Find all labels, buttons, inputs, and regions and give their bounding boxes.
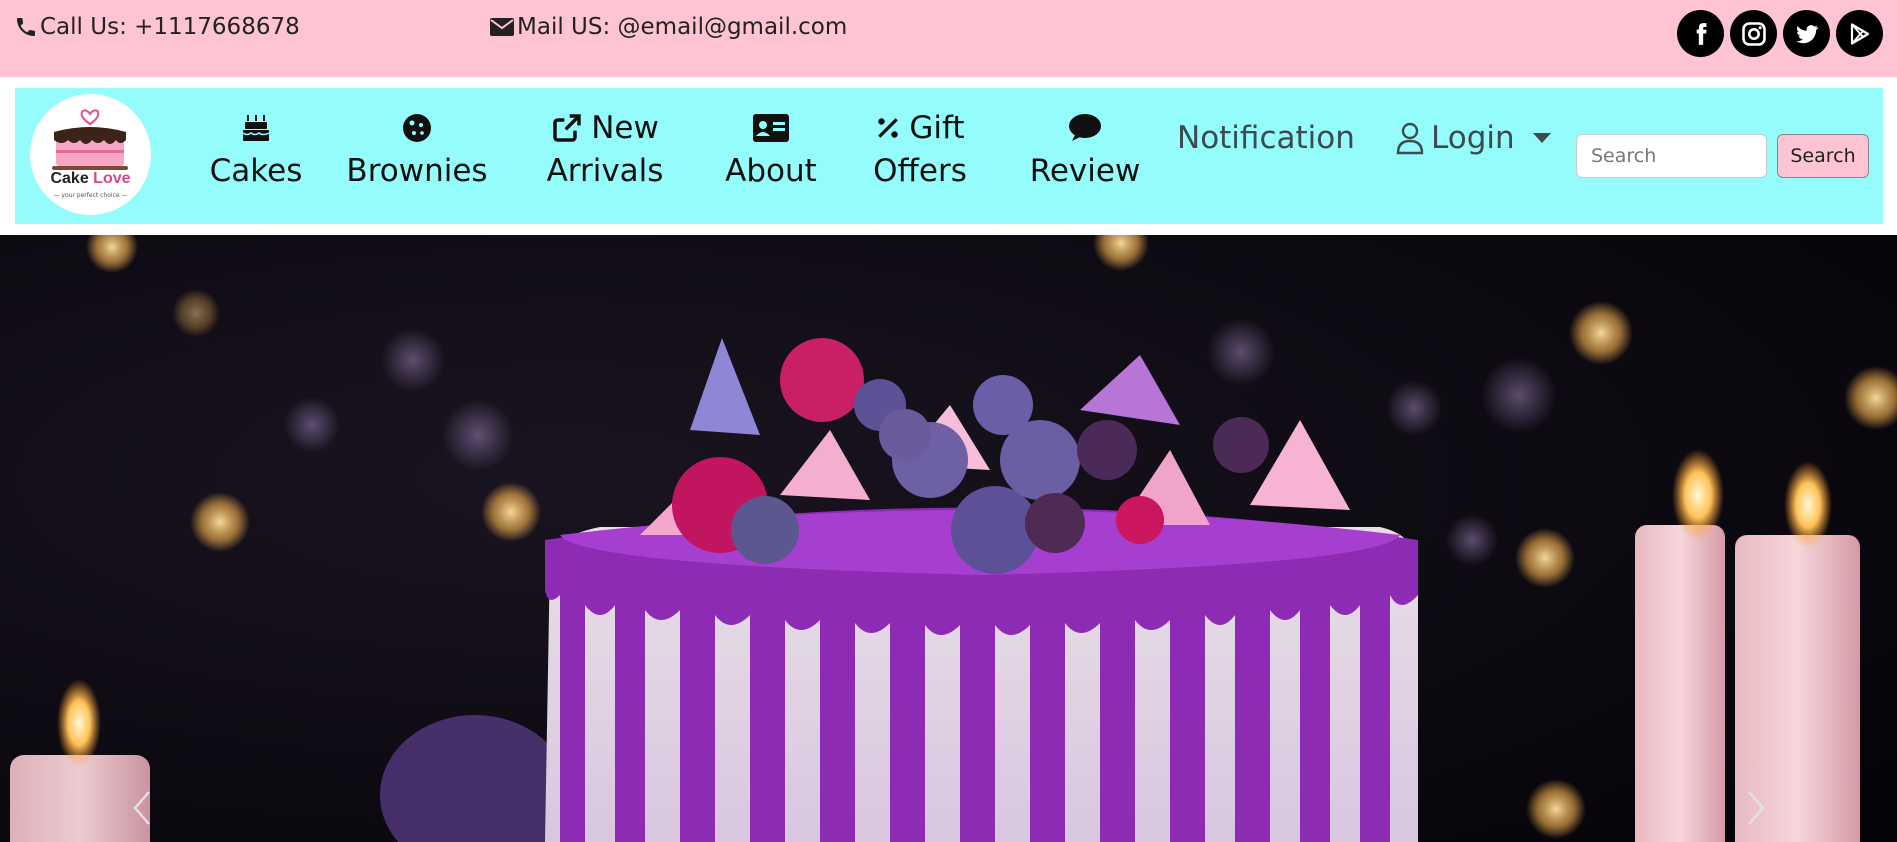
search-button[interactable]: Search — [1777, 134, 1869, 178]
comment-icon — [1010, 108, 1160, 148]
carousel-prev-button[interactable] — [122, 771, 162, 842]
mail-text: Mail US: @email@gmail.com — [517, 14, 848, 40]
google-play-icon[interactable] — [1836, 10, 1883, 57]
cake-logo-icon — [52, 109, 128, 170]
social-links — [1677, 10, 1883, 57]
phone-icon — [17, 18, 35, 36]
nav-gift-offers[interactable]: Gift Offers — [857, 108, 983, 194]
nav-arrivals-label: Arrivals — [546, 153, 664, 189]
logo-tagline: — your perfect choice — — [53, 192, 128, 199]
top-contact-bar: Call Us: +1117668678 Mail US: @email@gma… — [0, 0, 1897, 77]
nav-about[interactable]: About — [713, 108, 829, 194]
logo-brand-word-1: Cake — [50, 170, 94, 187]
nav-new-arrivals[interactable]: New Arrivals — [525, 108, 685, 194]
phone-contact: Call Us: +1117668678 — [14, 14, 300, 40]
chevron-right-icon — [1748, 791, 1765, 825]
logo-brand: Cake Love — [30, 170, 151, 188]
nav-cakes-label: Cakes — [209, 153, 303, 189]
cake-love-logo[interactable]: Cake Love — your perfect choice — — [30, 94, 151, 215]
login-label: Login — [1431, 120, 1515, 156]
nav-review[interactable]: Review — [1010, 108, 1160, 194]
carousel-next-button[interactable] — [1736, 771, 1776, 842]
id-card-icon — [713, 108, 829, 148]
hero-cake-image — [0, 235, 1897, 842]
envelope-icon — [490, 18, 514, 36]
cookie-icon — [335, 108, 499, 148]
nav-brownies-label: Brownies — [346, 153, 488, 189]
twitter-icon[interactable] — [1783, 10, 1830, 57]
nav-review-label: Review — [1029, 153, 1141, 189]
nav-login-dropdown[interactable]: Login — [1395, 115, 1551, 161]
search-input[interactable] — [1576, 134, 1767, 178]
nav-brownies[interactable]: Brownies — [335, 108, 499, 194]
chevron-left-icon — [133, 791, 150, 825]
mail-contact: Mail US: @email@gmail.com — [489, 14, 847, 40]
external-link-icon — [553, 114, 581, 142]
chevron-down-icon — [1532, 133, 1551, 143]
nav-gift-label: Gift — [909, 110, 965, 146]
nav-about-label: About — [725, 153, 817, 189]
main-navbar: Cake Love — your perfect choice — Cakes … — [15, 88, 1883, 224]
percent-icon — [878, 118, 899, 138]
hero-carousel — [0, 235, 1897, 842]
birthday-cake-icon — [195, 108, 317, 148]
nav-new-label: New — [591, 110, 659, 146]
phone-text: Call Us: +1117668678 — [40, 14, 300, 40]
facebook-icon[interactable] — [1677, 10, 1724, 57]
logo-brand-word-2: Love — [93, 170, 131, 187]
user-icon — [1396, 122, 1424, 155]
nav-notification[interactable]: Notification — [1177, 115, 1355, 161]
nav-cakes[interactable]: Cakes — [195, 108, 317, 194]
instagram-icon[interactable] — [1730, 10, 1777, 57]
nav-offers-label: Offers — [873, 153, 967, 189]
